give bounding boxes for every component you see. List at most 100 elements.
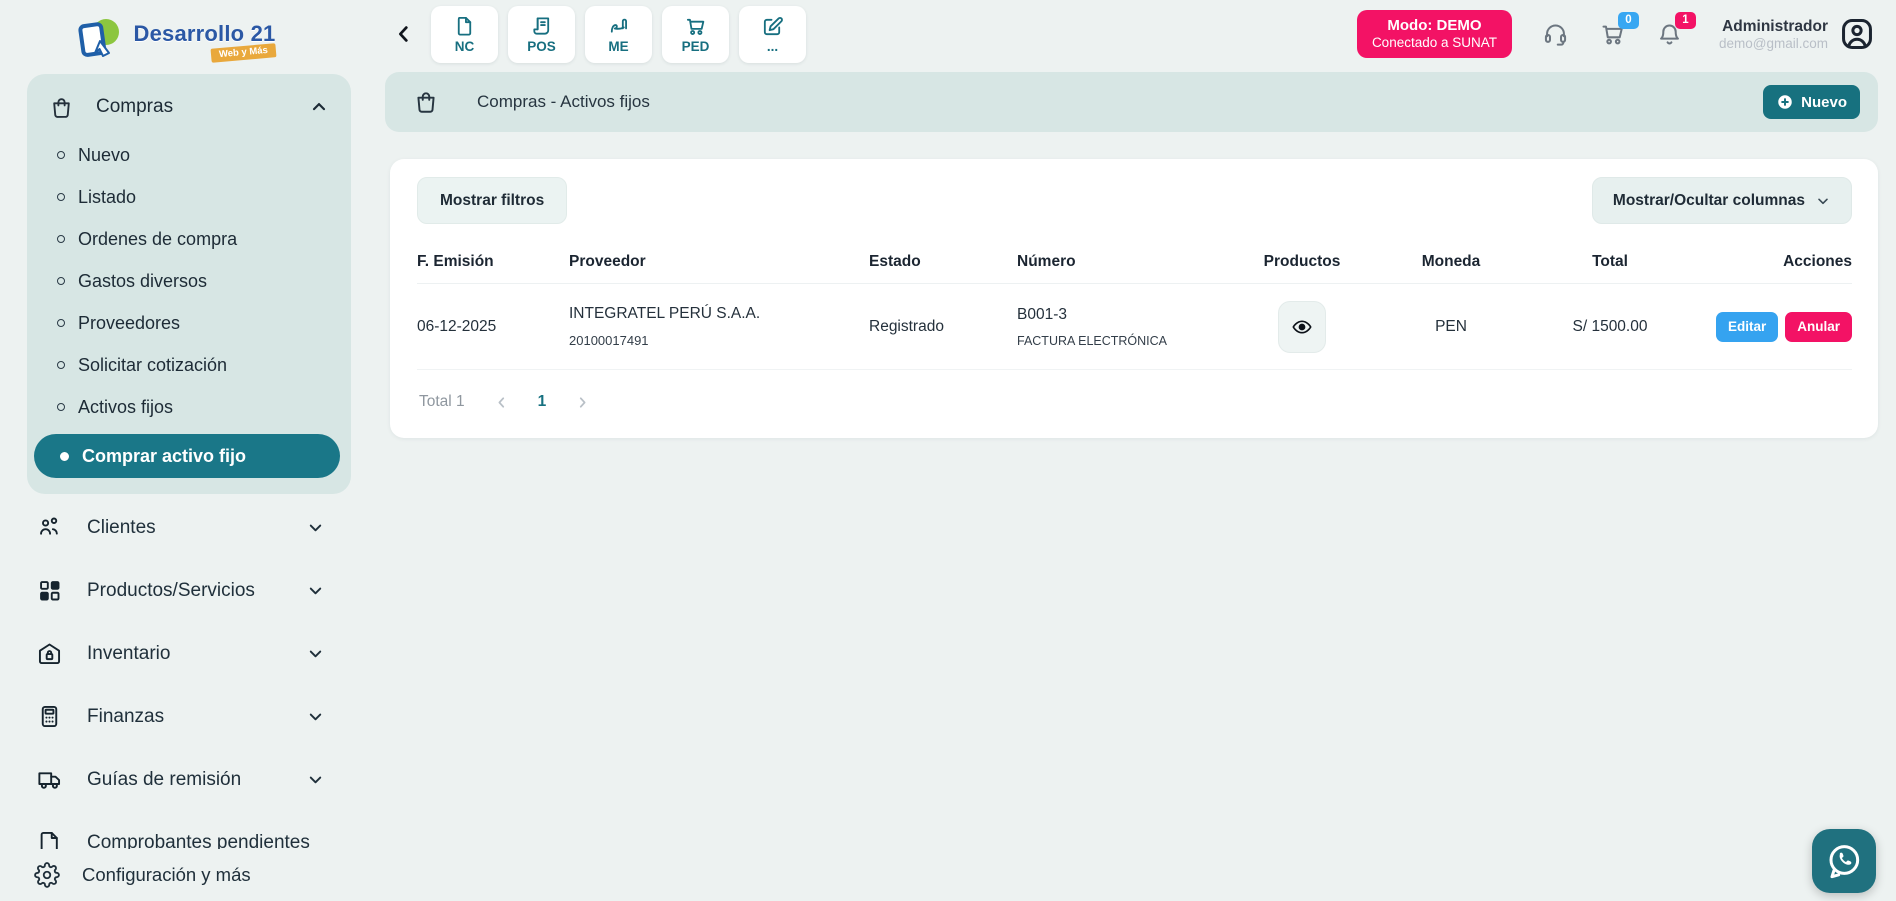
- chevron-down-icon: [306, 518, 325, 537]
- sidebar-item-activos-fijos[interactable]: Activos fijos: [27, 386, 351, 428]
- sidebar-item-finanzas[interactable]: Finanzas: [0, 685, 351, 748]
- content-card: Mostrar filtros Mostrar/Ocultar columnas…: [390, 159, 1878, 438]
- shopping-bag-icon: [413, 89, 439, 115]
- show-filters-button[interactable]: Mostrar filtros: [417, 177, 567, 224]
- cell-proveedor: INTEGRATEL PERÚ S.A.A. 20100017491: [569, 305, 869, 348]
- sidebar-item-inventario[interactable]: Inventario: [0, 622, 351, 685]
- sidebar-item-label-active: Comprar activo fijo: [82, 446, 246, 467]
- user-name: Administrador: [1719, 18, 1828, 36]
- sidebar-item-label: Gastos diversos: [78, 271, 207, 292]
- shortcut-label: POS: [527, 39, 556, 54]
- sidebar-item-label: Solicitar cotización: [78, 355, 227, 376]
- shortcut-more-button[interactable]: ...: [739, 6, 806, 63]
- shortcut-label: PED: [682, 39, 710, 54]
- sidebar-footer-label: Configuración y más: [82, 864, 251, 886]
- avatar-icon: [1838, 15, 1876, 53]
- toggle-columns-button[interactable]: Mostrar/Ocultar columnas: [1592, 177, 1852, 224]
- sidebar-item-configuracion[interactable]: Configuración y más: [0, 849, 351, 901]
- sidebar-group-compras: Compras Nuevo Listado Ordenes de compra …: [27, 74, 351, 494]
- activos-fijos-table: F. Emisión Proveedor Estado Número Produ…: [417, 240, 1852, 370]
- sidebar-item-comprar-activo-fijo[interactable]: Comprar activo fijo: [34, 434, 340, 478]
- shortcut-nc-button[interactable]: NC: [431, 6, 498, 63]
- users-icon: [36, 514, 63, 541]
- pagination: Total 1 1: [417, 376, 1852, 428]
- cart-button[interactable]: 0: [1599, 21, 1626, 48]
- cell-acciones: Editar Anular: [1695, 312, 1852, 342]
- sidebar-group-label: Compras: [96, 96, 173, 118]
- sidebar-item-label: Ordenes de compra: [78, 229, 237, 250]
- truck-icon: [36, 766, 63, 793]
- cell-numero: B001-3 FACTURA ELECTRÓNICA: [1017, 306, 1227, 348]
- pagination-next-button[interactable]: [574, 394, 591, 411]
- view-products-button[interactable]: [1278, 301, 1326, 353]
- chevron-left-icon: [393, 23, 415, 45]
- breadcrumb: Compras - Activos fijos Nuevo: [385, 72, 1878, 132]
- support-button[interactable]: [1542, 21, 1569, 48]
- notifications-button[interactable]: 1: [1656, 21, 1683, 48]
- sidebar-item-guias-de-remision[interactable]: Guías de remisión: [0, 748, 351, 811]
- cell-productos: [1227, 301, 1377, 353]
- shortcut-me-button[interactable]: ME: [585, 6, 652, 63]
- whatsapp-button[interactable]: [1812, 829, 1876, 893]
- sidebar-item-ordenes-de-compra[interactable]: Ordenes de compra: [27, 218, 351, 260]
- cart-icon: [684, 15, 707, 38]
- notification-count-badge: 1: [1675, 12, 1696, 29]
- warehouse-icon: [36, 640, 63, 667]
- avatar-button[interactable]: [1838, 15, 1876, 53]
- plus-circle-icon: [1776, 93, 1794, 111]
- sidebar-item-clientes[interactable]: Clientes: [0, 496, 351, 559]
- sidebar-item-compras[interactable]: Compras: [27, 86, 351, 128]
- bullet-icon: [57, 193, 65, 201]
- bullet-icon: [57, 319, 65, 327]
- pagination-prev-button[interactable]: [493, 394, 510, 411]
- shortcut-label: NC: [455, 39, 475, 54]
- chevron-down-icon: [306, 707, 325, 726]
- back-button[interactable]: [393, 23, 415, 45]
- compras-submenu: Nuevo Listado Ordenes de compra Gastos d…: [27, 134, 351, 428]
- chevron-right-icon: [574, 394, 591, 411]
- cell-total: S/ 1500.00: [1525, 318, 1695, 336]
- bullet-icon: [60, 452, 69, 461]
- sidebar-item-label: Productos/Servicios: [87, 580, 255, 602]
- toggle-columns-label: Mostrar/Ocultar columnas: [1613, 192, 1805, 210]
- cell-fecha-emision: 06-12-2025: [417, 318, 569, 336]
- main-area: NC POS ME: [351, 0, 1896, 901]
- column-header-moneda: Moneda: [1377, 253, 1525, 271]
- sidebar-nav: Clientes Productos/Servicios: [0, 496, 351, 874]
- proveedor-nombre: INTEGRATEL PERÚ S.A.A.: [569, 305, 869, 323]
- user-menu[interactable]: Administrador demo@gmail.com: [1719, 18, 1828, 51]
- bullet-icon: [57, 151, 65, 159]
- sidebar-item-label: Listado: [78, 187, 136, 208]
- sidebar-item-solicitar-cotizacion[interactable]: Solicitar cotización: [27, 344, 351, 386]
- sidebar-item-productos-servicios[interactable]: Productos/Servicios: [0, 559, 351, 622]
- bullet-icon: [57, 403, 65, 411]
- mode-badge-subtitle: Conectado a SUNAT: [1372, 35, 1497, 50]
- anular-button[interactable]: Anular: [1785, 312, 1852, 342]
- gear-icon: [34, 862, 60, 888]
- column-header-total: Total: [1525, 253, 1695, 271]
- sidebar-item-nuevo[interactable]: Nuevo: [27, 134, 351, 176]
- sidebar-item-label: Inventario: [87, 643, 170, 665]
- sidebar-item-listado[interactable]: Listado: [27, 176, 351, 218]
- sidebar-item-gastos-diversos[interactable]: Gastos diversos: [27, 260, 351, 302]
- edit-button[interactable]: Editar: [1716, 312, 1778, 342]
- new-button[interactable]: Nuevo: [1763, 85, 1860, 119]
- chevron-down-icon: [1815, 193, 1831, 209]
- topbar: NC POS ME: [351, 0, 1896, 64]
- sidebar-item-label: Clientes: [87, 517, 156, 539]
- table-row: 06-12-2025 INTEGRATEL PERÚ S.A.A. 201000…: [417, 284, 1852, 370]
- whatsapp-icon: [1824, 841, 1864, 881]
- shortcut-pos-button[interactable]: POS: [508, 6, 575, 63]
- sidebar-item-proveedores[interactable]: Proveedores: [27, 302, 351, 344]
- sidebar-item-label: Guías de remisión: [87, 769, 241, 791]
- shortcut-ped-button[interactable]: PED: [662, 6, 729, 63]
- pagination-page-1[interactable]: 1: [538, 393, 547, 411]
- page-title: Compras - Activos fijos: [477, 92, 650, 112]
- new-button-label: Nuevo: [1801, 94, 1847, 111]
- pagination-total: Total 1: [419, 393, 465, 411]
- brand-logo[interactable]: Desarrollo 21 Web y Más: [0, 0, 351, 72]
- cell-moneda: PEN: [1377, 318, 1525, 336]
- brand-logo-icon: [75, 17, 125, 63]
- cart-count-badge: 0: [1618, 12, 1639, 29]
- chevron-down-icon: [306, 644, 325, 663]
